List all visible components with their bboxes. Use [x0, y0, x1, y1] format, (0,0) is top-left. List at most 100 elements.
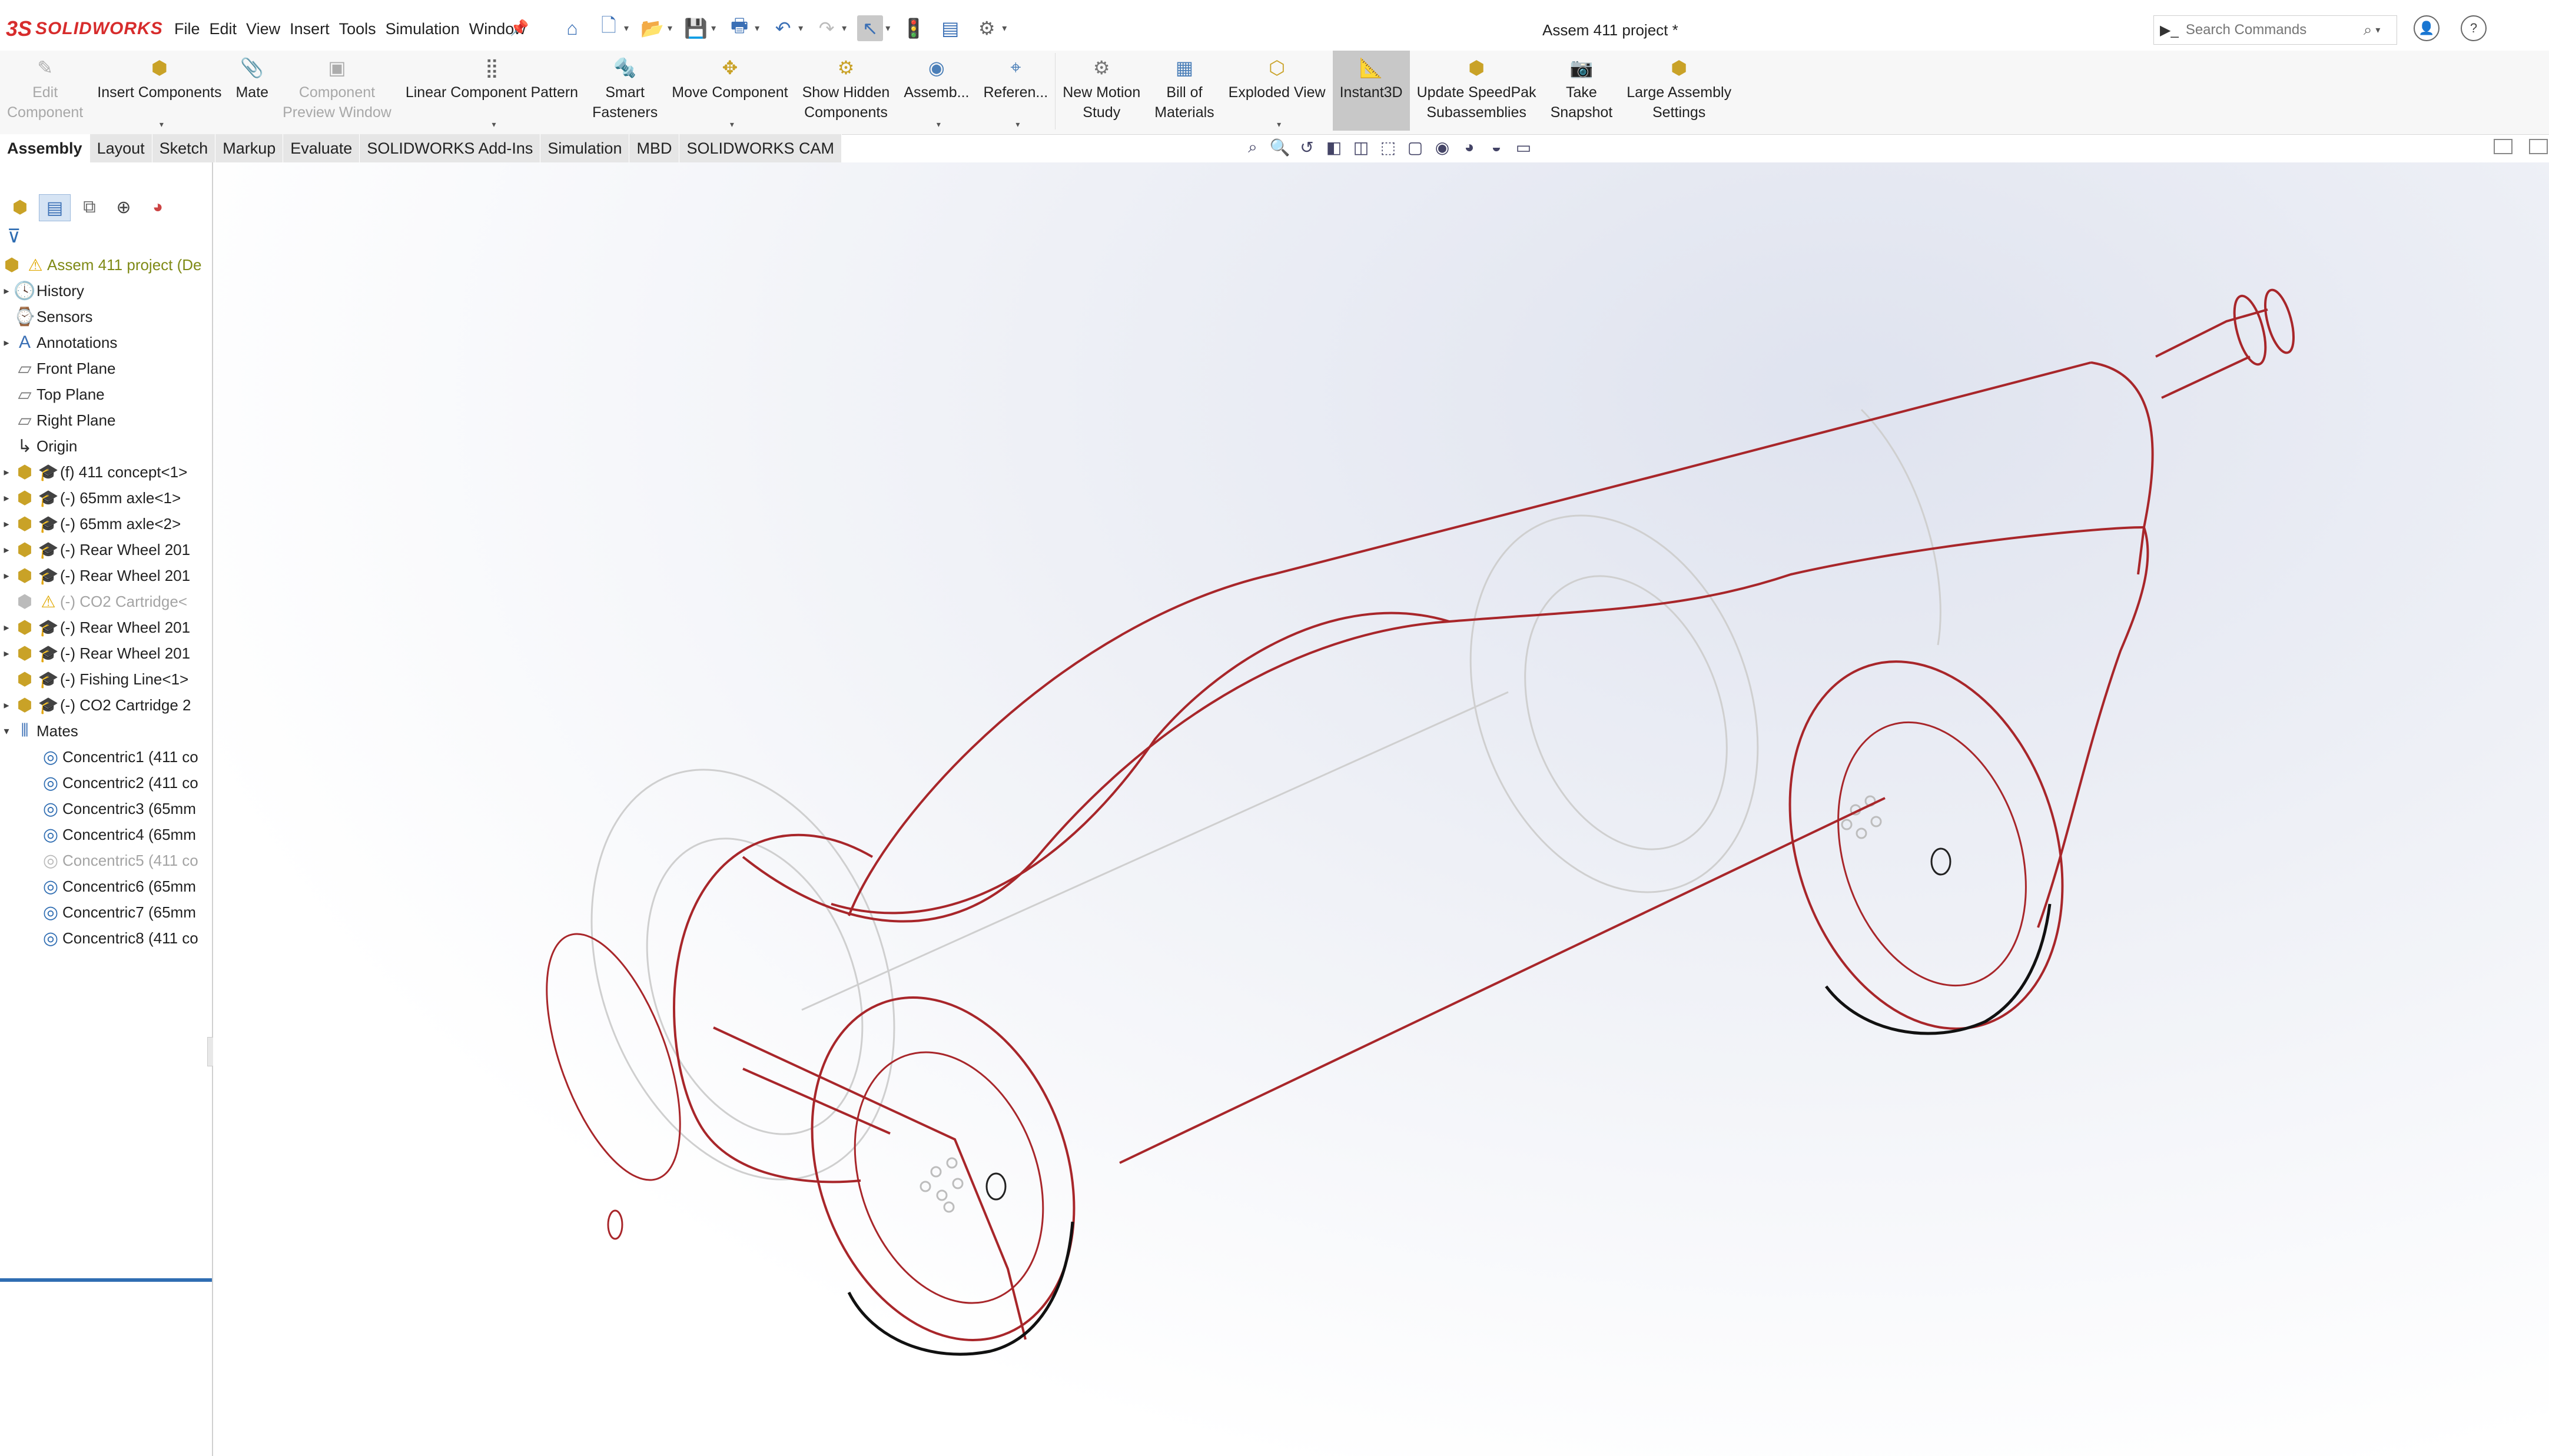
pin-icon[interactable]: 📌: [510, 19, 529, 37]
feature-manager-tab-icon[interactable]: ⬢: [5, 194, 35, 220]
tree-item[interactable]: ▸ ⬢ 🎓 (-) Rear Wheel 201: [0, 614, 212, 640]
move-component-button[interactable]: ✥ Move Component ▾: [665, 51, 795, 131]
home-icon[interactable]: ⌂: [559, 15, 585, 41]
options-gear-icon[interactable]: ⚙: [974, 15, 1000, 41]
reference-geometry-button[interactable]: ⌖ Referen... ▾: [976, 51, 1055, 131]
new-dropdown-icon[interactable]: ▾: [624, 22, 629, 34]
configuration-manager-tab-icon[interactable]: ⧉: [74, 194, 105, 220]
apply-scene-icon[interactable]: ◒: [1486, 137, 1507, 158]
expand-arrow-icon[interactable]: ▸: [0, 285, 13, 297]
expand-arrow-icon[interactable]: ▸: [0, 544, 13, 556]
tab-solidworks-addins[interactable]: SOLIDWORKS Add-Ins: [360, 134, 541, 162]
tree-item[interactable]: ▸ ⬢ 🎓 (-) Rear Wheel 201: [0, 537, 212, 563]
open-icon[interactable]: 📂: [639, 15, 665, 41]
property-manager-tab-icon[interactable]: ▤: [39, 194, 71, 221]
graphics-area[interactable]: [213, 162, 2549, 1456]
expand-arrow-icon[interactable]: ▸: [0, 570, 13, 582]
restore-window-icon[interactable]: [2494, 139, 2513, 154]
expand-arrow-icon[interactable]: ▸: [0, 518, 13, 530]
maximize-window-icon[interactable]: [2529, 139, 2548, 154]
filter-icon[interactable]: ⊽: [7, 225, 21, 247]
tree-item[interactable]: ⬢ 🎓 (-) Fishing Line<1>: [0, 666, 212, 692]
tree-item[interactable]: ▸ ⬢ 🎓 (f) 411 concept<1>: [0, 459, 212, 485]
assembly-features-button[interactable]: ◉ Assemb... ▾: [897, 51, 976, 131]
mate-item[interactable]: ◎ Concentric4 (65mm: [0, 822, 212, 847]
menu-insert[interactable]: Insert: [285, 20, 334, 38]
tree-root-assembly[interactable]: ⬢ ⚠ Assem 411 project (De: [0, 252, 212, 278]
tree-item[interactable]: ↳ Origin: [0, 433, 212, 459]
tab-solidworks-cam[interactable]: SOLIDWORKS CAM: [679, 134, 842, 162]
expand-arrow-icon[interactable]: ▾: [0, 725, 13, 737]
redo-dropdown-icon[interactable]: ▾: [842, 22, 847, 34]
component-preview-button[interactable]: ▣ Component Preview Window: [276, 51, 399, 131]
large-assembly-settings-button[interactable]: ⬢ Large Assembly Settings: [1619, 51, 1738, 131]
file-properties-icon[interactable]: ▤: [937, 15, 963, 41]
zoom-to-area-icon[interactable]: 🔍: [1269, 137, 1290, 158]
tree-item[interactable]: ▸ ⬢ 🎓 (-) CO2 Cartridge 2: [0, 692, 212, 718]
instant3d-button[interactable]: 📐 Instant3D: [1332, 51, 1410, 131]
expand-arrow-icon[interactable]: ▸: [0, 492, 13, 504]
mate-item[interactable]: ◎ Concentric6 (65mm: [0, 873, 212, 899]
user-account-icon[interactable]: 👤: [2414, 15, 2440, 41]
tree-item[interactable]: ▱ Front Plane: [0, 355, 212, 381]
update-speedpak-button[interactable]: ⬢ Update SpeedPak Subassemblies: [1410, 51, 1544, 131]
tab-evaluate[interactable]: Evaluate: [283, 134, 360, 162]
mate-item[interactable]: ◎ Concentric1 (411 co: [0, 744, 212, 770]
solidworks-logo[interactable]: 3S SOLIDWORKS: [6, 16, 163, 41]
take-snapshot-button[interactable]: 📷 Take Snapshot: [1544, 51, 1620, 131]
assembly-model[interactable]: [213, 162, 2549, 1456]
save-dropdown-icon[interactable]: ▾: [711, 22, 716, 34]
show-hidden-components-button[interactable]: ⚙ Show Hidden Components: [795, 51, 897, 131]
chevron-down-icon[interactable]: ▾: [937, 119, 941, 129]
chevron-down-icon[interactable]: ▾: [1277, 119, 1281, 129]
rebuild-icon[interactable]: 🚦: [901, 15, 927, 41]
menu-simulation[interactable]: Simulation: [381, 20, 464, 38]
new-motion-study-button[interactable]: ⚙ New Motion Study: [1056, 51, 1147, 131]
help-icon[interactable]: ?: [2461, 15, 2487, 41]
tree-item[interactable]: ▸ ⬢ 🎓 (-) 65mm axle<1>: [0, 485, 212, 511]
new-document-icon[interactable]: 🗋: [596, 15, 622, 41]
expand-arrow-icon[interactable]: ▸: [0, 647, 13, 660]
tab-mbd[interactable]: MBD: [629, 134, 680, 162]
chevron-down-icon[interactable]: ▾: [492, 119, 496, 129]
dynamic-annotation-icon[interactable]: ◫: [1350, 137, 1372, 158]
chevron-down-icon[interactable]: ▾: [1015, 119, 1020, 129]
select-dropdown-icon[interactable]: ▾: [885, 22, 890, 34]
section-view-icon[interactable]: ◧: [1323, 137, 1345, 158]
tab-layout[interactable]: Layout: [89, 134, 152, 162]
dimxpert-tab-icon[interactable]: ⊕: [108, 194, 139, 220]
tree-item[interactable]: ⬢ ⚠ (-) CO2 Cartridge<: [0, 589, 212, 614]
edit-component-button[interactable]: ✎ Edit Component: [0, 51, 90, 131]
mate-item[interactable]: ◎ Concentric5 (411 co: [0, 847, 212, 873]
menu-edit[interactable]: Edit: [205, 20, 242, 38]
view-settings-icon[interactable]: ▭: [1513, 137, 1534, 158]
display-manager-tab-icon[interactable]: ◕: [142, 194, 173, 220]
chevron-down-icon[interactable]: ▾: [730, 119, 734, 129]
linear-pattern-button[interactable]: ⣿ Linear Component Pattern ▾: [399, 51, 585, 131]
undo-icon[interactable]: ↶: [770, 15, 796, 41]
menu-file[interactable]: File: [170, 20, 205, 38]
search-input[interactable]: [2184, 21, 2364, 39]
redo-icon[interactable]: ↷: [814, 15, 839, 41]
tree-item[interactable]: ▸ ⬢ 🎓 (-) Rear Wheel 201: [0, 563, 212, 589]
view-orientation-icon[interactable]: ⬚: [1378, 137, 1399, 158]
select-pointer-icon[interactable]: ↖: [857, 15, 884, 41]
tree-rollback-bar[interactable]: [0, 1278, 212, 1282]
menu-tools[interactable]: Tools: [334, 20, 381, 38]
bill-of-materials-button[interactable]: ▦ Bill of Materials: [1147, 51, 1221, 131]
tree-item[interactable]: ▱ Right Plane: [0, 407, 212, 433]
expand-arrow-icon[interactable]: ▸: [0, 466, 13, 478]
hide-show-items-icon[interactable]: ◉: [1432, 137, 1453, 158]
undo-dropdown-icon[interactable]: ▾: [798, 22, 803, 34]
tree-item[interactable]: ▸ 🕓 History: [0, 278, 212, 304]
mate-item[interactable]: ◎ Concentric7 (65mm: [0, 899, 212, 925]
exploded-view-button[interactable]: ⬡ Exploded View ▾: [1222, 51, 1333, 131]
print-dropdown-icon[interactable]: ▾: [755, 22, 759, 34]
tab-markup[interactable]: Markup: [215, 134, 284, 162]
previous-view-icon[interactable]: ↺: [1296, 137, 1317, 158]
chevron-down-icon[interactable]: ▾: [160, 119, 164, 129]
tree-item[interactable]: ▸ ⬢ 🎓 (-) 65mm axle<2>: [0, 511, 212, 537]
display-style-icon[interactable]: ▢: [1405, 137, 1426, 158]
menu-view[interactable]: View: [241, 20, 285, 38]
tab-simulation[interactable]: Simulation: [540, 134, 630, 162]
